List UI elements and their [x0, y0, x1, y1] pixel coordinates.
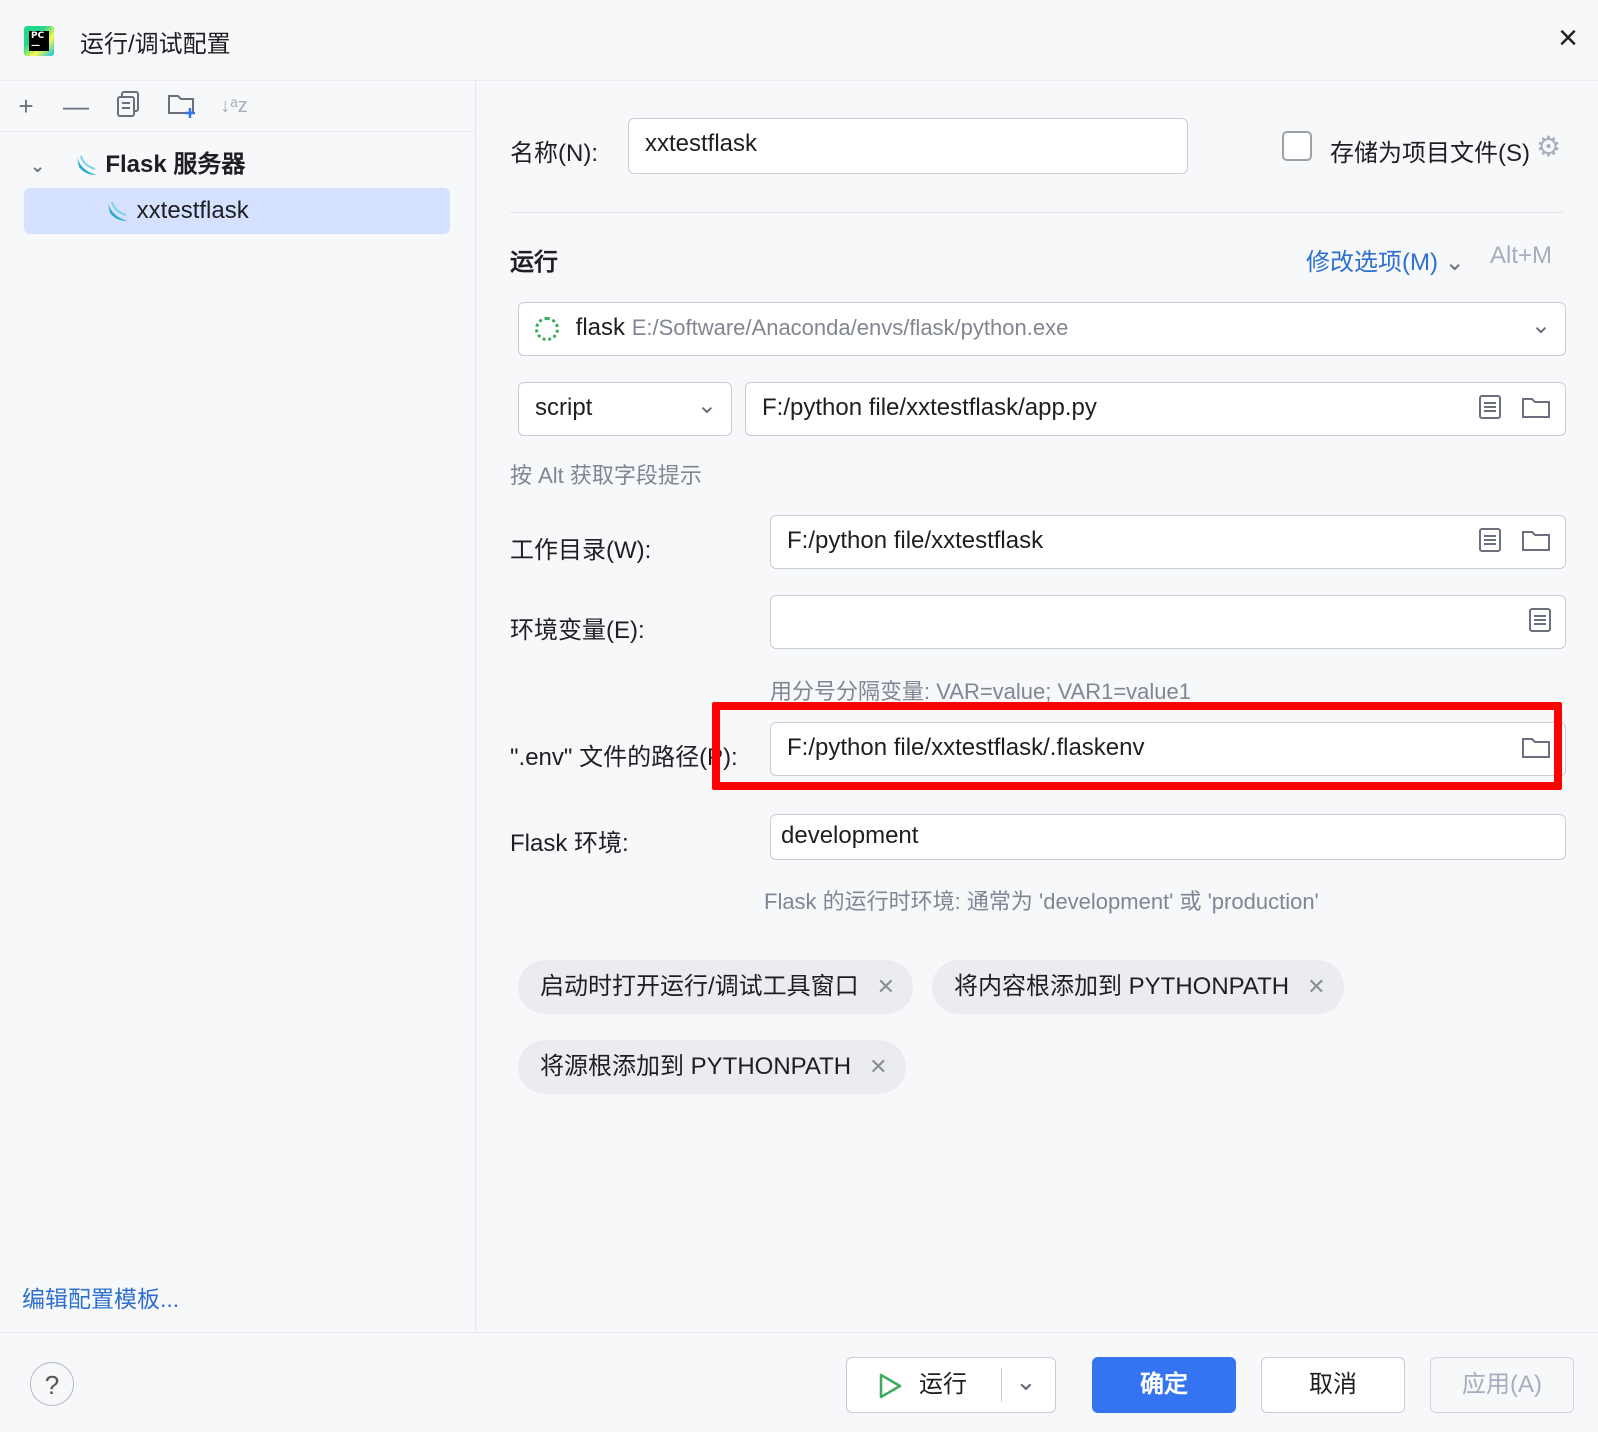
field-action-icons [1478, 528, 1551, 558]
name-input[interactable]: xxtestflask [628, 118, 1188, 174]
chevron-down-icon: ⌄ [696, 392, 717, 419]
expand-text-icon[interactable] [1478, 528, 1501, 552]
env-input[interactable] [770, 595, 1566, 649]
name-label: 名称(N): [510, 140, 598, 167]
new-folder-icon[interactable] [166, 90, 198, 122]
tree-separator [0, 131, 475, 132]
chevron-down-icon: ⌄ [1444, 249, 1465, 276]
dotenv-label: ".env" 文件的路径(P): [510, 744, 738, 771]
tree-item-label: xxtestflask [136, 197, 249, 224]
workdir-input[interactable]: F:/python file/xxtestflask [770, 515, 1566, 569]
chevron-down-icon: ⌄ [1530, 312, 1551, 339]
chip-add-source-roots: 将源根添加到 PYTHONPATH ✕ [518, 1040, 906, 1094]
workdir-label: 工作目录(W): [510, 537, 652, 564]
remove-icon[interactable]: — [60, 90, 92, 122]
script-type-value: script [535, 394, 593, 421]
interpreter-path: E:/Software/Anaconda/envs/flask/python.e… [631, 315, 1069, 340]
expand-text-icon[interactable] [1529, 608, 1551, 632]
folder-icon[interactable] [1521, 528, 1551, 552]
chevron-down-icon[interactable]: ⌄ [30, 143, 50, 189]
run-section-title: 运行 [510, 249, 558, 276]
chip-open-run-window: 启动时打开运行/调试工具窗口 ✕ [518, 960, 914, 1014]
gear-icon[interactable]: ⚙ [1536, 130, 1561, 163]
name-value: xxtestflask [645, 130, 758, 157]
flask-env-hint: Flask 的运行时环境: 通常为 'development' 或 'produ… [764, 889, 1319, 914]
apply-button[interactable]: 应用(A) [1430, 1357, 1574, 1413]
script-path-input[interactable]: F:/python file/xxtestflask/app.py [745, 382, 1566, 436]
config-tree-pane [0, 81, 476, 1331]
modify-options-link[interactable]: 修改选项(M) ⌄ [1306, 242, 1465, 277]
ok-button[interactable]: 确定 [1092, 1357, 1236, 1413]
add-icon[interactable]: + [10, 90, 42, 122]
edit-templates-link[interactable]: 编辑配置模板... [22, 1280, 179, 1314]
interpreter-select[interactable]: flask E:/Software/Anaconda/envs/flask/py… [518, 302, 1566, 356]
title-bar [0, 0, 1598, 81]
play-icon [877, 1358, 903, 1412]
interpreter-name: flask [575, 314, 626, 341]
interpreter-status-icon [535, 316, 559, 341]
chip-label: 将内容根添加到 PYTHONPATH [954, 973, 1290, 1000]
workdir-value: F:/python file/xxtestflask [787, 527, 1044, 554]
split-divider [1001, 1368, 1002, 1402]
close-icon[interactable]: ✕ [877, 974, 895, 999]
expand-text-icon[interactable] [1478, 395, 1501, 419]
store-label: 存储为项目文件(S) [1330, 140, 1530, 167]
script-type-select[interactable]: script ⌄ [518, 382, 732, 436]
annotation-highlight-box [712, 702, 1562, 790]
run-label: 运行 [919, 1371, 967, 1398]
cancel-button[interactable]: 取消 [1261, 1357, 1405, 1413]
close-icon[interactable]: ✕ [869, 1054, 887, 1079]
flask-env-value: development [781, 822, 919, 849]
flask-icon [76, 155, 97, 175]
field-action-icons [1478, 395, 1551, 425]
close-icon[interactable]: ✕ [1307, 974, 1325, 999]
field-action-icons [1529, 608, 1551, 638]
chip-label: 将源根添加到 PYTHONPATH [540, 1053, 852, 1080]
sort-icon[interactable]: ↓ᵃz [218, 90, 250, 122]
script-path-value: F:/python file/xxtestflask/app.py [762, 394, 1097, 421]
chip-add-content-roots: 将内容根添加到 PYTHONPATH ✕ [932, 960, 1344, 1014]
tree-group-label: Flask 服务器 [105, 151, 246, 178]
run-button[interactable]: 运行 ⌄ [846, 1357, 1056, 1413]
pycharm-logo-icon: PC — [24, 26, 54, 56]
chevron-down-icon[interactable]: ⌄ [1015, 1354, 1037, 1408]
help-icon[interactable]: ? [30, 1362, 74, 1406]
tree-item-xxtestflask[interactable]: xxtestflask [24, 188, 450, 234]
chip-label: 启动时打开运行/调试工具窗口 [540, 973, 859, 1000]
close-icon[interactable]: × [1550, 20, 1586, 56]
modify-options-label: 修改选项(M) [1306, 249, 1438, 276]
folder-icon[interactable] [1521, 395, 1551, 419]
tree-group-flask[interactable]: ⌄ Flask 服务器 [24, 142, 450, 188]
flask-icon [108, 201, 128, 221]
alt-hint: 按 Alt 获取字段提示 [510, 463, 702, 488]
window-title: 运行/调试配置 [80, 31, 231, 58]
flask-env-label: Flask 环境: [510, 830, 629, 857]
flask-env-input[interactable]: development [770, 814, 1566, 860]
store-as-project-checkbox[interactable] [1282, 131, 1312, 161]
env-label: 环境变量(E): [510, 617, 645, 644]
modify-options-shortcut: Alt+M [1490, 242, 1553, 269]
copy-icon[interactable] [112, 90, 144, 122]
section-divider [510, 212, 1564, 213]
